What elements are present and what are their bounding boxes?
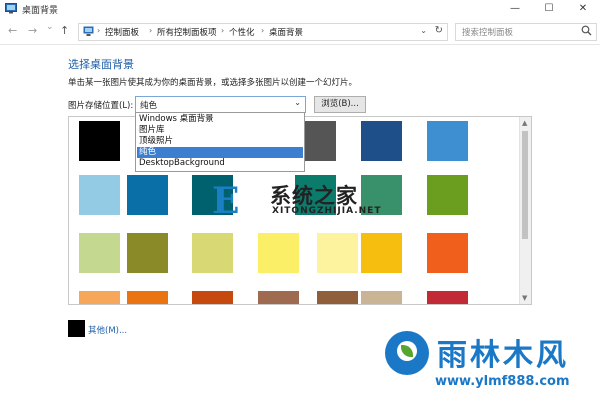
color-swatch[interactable]	[192, 233, 233, 273]
control-panel-icon	[5, 3, 17, 14]
vertical-scrollbar[interactable]: ▲ ▼	[519, 117, 531, 304]
page-subtitle: 单击某一张图片使其成为你的桌面背景，或选择多张图片以创建一个幻灯片。	[68, 78, 358, 88]
color-swatch[interactable]	[317, 233, 358, 273]
minimize-button[interactable]: —	[498, 0, 532, 18]
dropdown-option-top-rated-photos[interactable]: 顶级照片	[137, 136, 303, 147]
breadcrumb-control-panel[interactable]: 控制面板	[105, 26, 139, 38]
back-button[interactable]: ←	[8, 24, 17, 37]
color-swatch[interactable]	[317, 291, 358, 304]
refresh-icon[interactable]: ↻	[435, 25, 443, 36]
color-swatch[interactable]	[79, 291, 120, 304]
scroll-down-icon[interactable]: ▼	[522, 294, 527, 302]
picture-location-select[interactable]: 纯色 ⌄	[135, 96, 306, 113]
color-swatch[interactable]	[361, 121, 402, 161]
color-swatch[interactable]	[427, 175, 468, 215]
brand-watermark: 雨林木风 www.ylmf888.com	[385, 328, 595, 398]
color-swatch[interactable]	[427, 233, 468, 273]
color-swatch[interactable]	[258, 291, 299, 304]
color-swatch[interactable]	[361, 233, 402, 273]
color-swatch[interactable]	[79, 233, 120, 273]
scroll-up-icon[interactable]: ▲	[522, 119, 527, 127]
color-swatch[interactable]	[361, 291, 402, 304]
page-title: 选择桌面背景	[68, 58, 134, 71]
color-swatch[interactable]	[192, 291, 233, 304]
other-color-label[interactable]: 其他(M)...	[88, 324, 127, 336]
window-title: 桌面背景	[22, 6, 59, 16]
control-panel-icon	[83, 26, 94, 36]
other-color-swatch[interactable]	[68, 320, 85, 337]
breadcrumb-separator: ›	[261, 26, 265, 35]
chevron-down-icon[interactable]: ⌄	[294, 98, 301, 107]
watermark-subtitle: XITONGZHIJIA.NET	[272, 206, 382, 216]
breadcrumb-separator: ›	[149, 26, 153, 35]
close-button[interactable]: ✕	[566, 0, 600, 18]
picture-location-label: 图片存储位置(L):	[68, 101, 134, 111]
watermark: E 系统之家 XITONGZHIJIA.NET	[212, 178, 432, 228]
color-swatch[interactable]	[127, 291, 168, 304]
search-input[interactable]: 搜索控制面板	[455, 23, 597, 41]
dropdown-option-desktopbackground[interactable]: DesktopBackground	[137, 158, 303, 169]
color-swatch[interactable]	[79, 121, 120, 161]
search-placeholder: 搜索控制面板	[462, 28, 514, 38]
dropdown-option-solid-colors[interactable]: 纯色	[137, 147, 303, 158]
watermark-mark: E	[212, 180, 240, 222]
browse-button[interactable]: 浏览(B)...	[314, 96, 366, 113]
color-swatch[interactable]	[258, 233, 299, 273]
scroll-thumb[interactable]	[522, 131, 528, 239]
color-swatch[interactable]	[427, 121, 468, 161]
dropdown-option-pictures-library[interactable]: 图片库	[137, 125, 303, 136]
dropdown-option-windows-backgrounds[interactable]: Windows 桌面背景	[137, 114, 303, 125]
forward-button[interactable]: →	[28, 24, 37, 37]
brand-url: www.ylmf888.com	[435, 374, 570, 389]
up-button[interactable]: ↑	[60, 24, 69, 37]
breadcrumb-desktop-background[interactable]: 桌面背景	[269, 26, 303, 38]
address-row: ← → ⌄ ↑ › 控制面板 › 所有控制面板项 › 个性化 › 桌面背景 ⌄ …	[0, 18, 600, 45]
brand-logo-icon	[385, 331, 429, 375]
address-dropdown-icon[interactable]: ⌄	[420, 26, 427, 35]
search-icon[interactable]	[581, 25, 592, 36]
breadcrumb-all-items[interactable]: 所有控制面板项	[157, 26, 217, 38]
picture-location-dropdown: Windows 桌面背景 图片库 顶级照片 纯色 DesktopBackgrou…	[135, 112, 305, 172]
breadcrumb-separator: ›	[97, 26, 101, 35]
maximize-button[interactable]: ☐	[532, 0, 566, 18]
color-swatch[interactable]	[127, 175, 168, 215]
title-bar: 桌面背景 — ☐ ✕	[0, 0, 600, 19]
color-swatch[interactable]	[127, 233, 168, 273]
color-swatch[interactable]	[79, 175, 120, 215]
color-swatch[interactable]	[427, 291, 468, 304]
breadcrumb-separator: ›	[221, 26, 225, 35]
breadcrumb-personalization[interactable]: 个性化	[229, 26, 255, 38]
brand-name: 雨林木风	[437, 338, 569, 373]
picture-location-value: 纯色	[140, 101, 158, 111]
recent-dropdown-button[interactable]: ⌄	[46, 22, 54, 32]
address-bar[interactable]: › 控制面板 › 所有控制面板项 › 个性化 › 桌面背景 ⌄ ↻	[78, 23, 448, 41]
